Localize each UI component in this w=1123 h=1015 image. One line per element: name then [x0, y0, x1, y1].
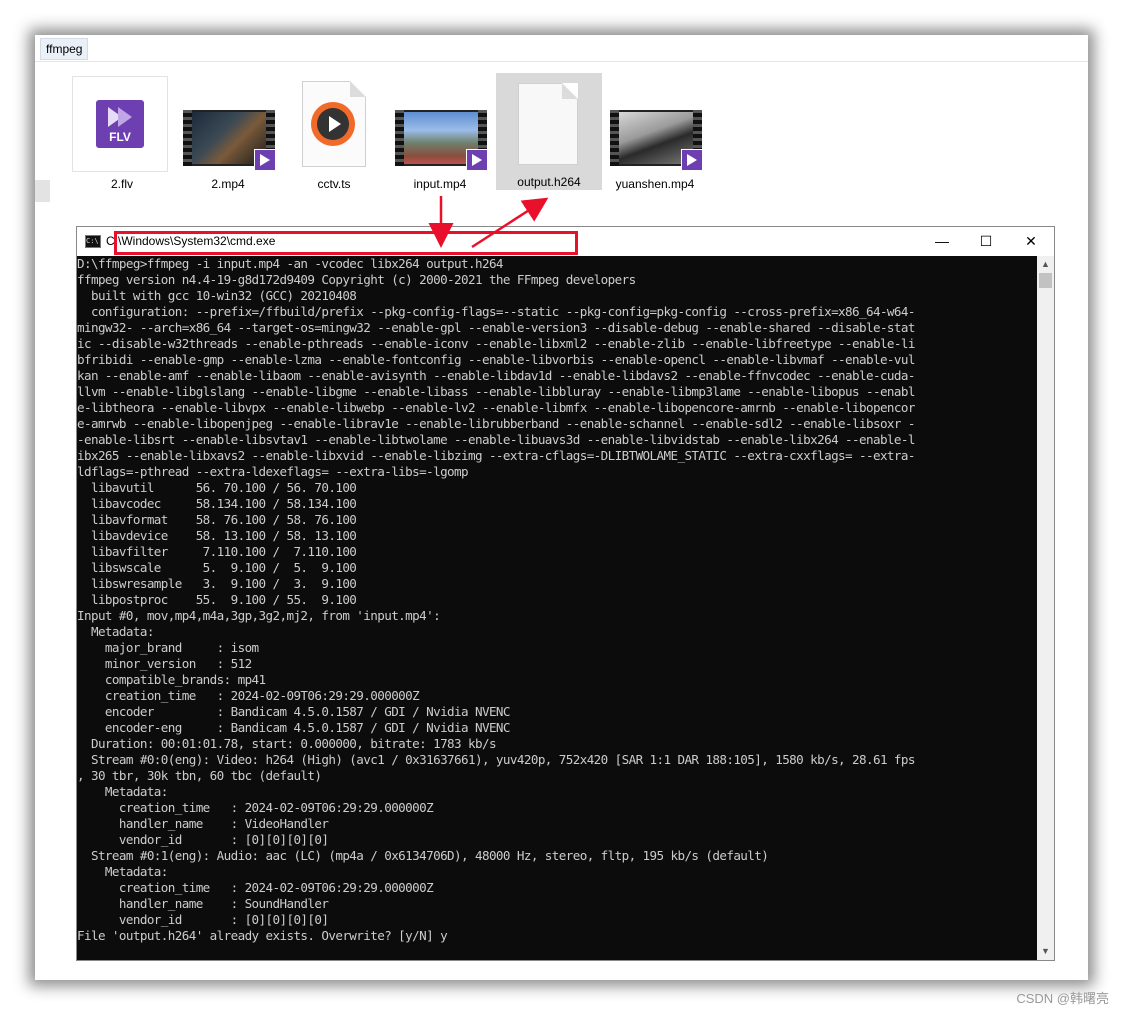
file-name: yuanshen.mp4	[615, 177, 695, 191]
flv-file-icon: FLV	[72, 75, 172, 175]
video-badge-icon	[254, 149, 276, 171]
file-item-cctv-ts[interactable]: cctv.ts	[284, 75, 384, 191]
scrollbar-thumb[interactable]	[1039, 273, 1052, 288]
cmd-window[interactable]: C:\ C:\Windows\System32\cmd.exe — ☐ ✕ D:…	[76, 226, 1055, 961]
vertical-scrollbar[interactable]: ▲ ▼	[1037, 256, 1054, 960]
divider	[35, 61, 1088, 62]
file-item-2-mp4[interactable]: 2.mp4	[178, 75, 278, 191]
cmd-app-icon: C:\	[85, 235, 101, 248]
video-badge-icon	[466, 149, 488, 171]
video-thumbnail	[178, 75, 278, 175]
video-thumbnail	[390, 75, 490, 175]
scroll-up-arrow-icon[interactable]: ▲	[1037, 256, 1054, 273]
command-highlight-box	[114, 231, 578, 255]
media-player-file-icon	[284, 75, 384, 175]
file-name: cctv.ts	[317, 177, 351, 191]
console-text: D:\ffmpeg>ffmpeg -i input.mp4 -an -vcode…	[77, 256, 915, 943]
sidebar-edge	[35, 180, 50, 202]
minimize-button[interactable]: —	[919, 227, 965, 256]
file-name: input.mp4	[413, 177, 467, 191]
scroll-down-arrow-icon[interactable]: ▼	[1037, 943, 1054, 960]
file-item-input-mp4[interactable]: input.mp4	[390, 75, 490, 191]
console-output[interactable]: D:\ffmpeg>ffmpeg -i input.mp4 -an -vcode…	[77, 256, 1037, 960]
screenshot-frame: ffmpeg FLV 2.flv 2.mp4 cctv.ts input.mp4…	[35, 35, 1088, 980]
blank-file-icon	[496, 73, 602, 173]
file-name: output.h264	[517, 175, 581, 189]
file-name: 2.mp4	[211, 177, 245, 191]
file-item-output-h264[interactable]: output.h264	[496, 73, 602, 190]
watermark: CSDN @韩曙亮	[1016, 991, 1109, 1006]
folder-tab[interactable]: ffmpeg	[40, 38, 89, 60]
flv-badge-text: FLV	[109, 130, 131, 144]
close-button[interactable]: ✕	[1008, 227, 1054, 256]
file-item-yuanshen-mp4[interactable]: yuanshen.mp4	[605, 75, 705, 191]
video-badge-icon	[681, 149, 703, 171]
video-thumbnail	[605, 75, 705, 175]
maximize-button[interactable]: ☐	[963, 227, 1009, 256]
file-name: 2.flv	[110, 177, 133, 191]
file-item-2-flv[interactable]: FLV 2.flv	[72, 75, 172, 191]
